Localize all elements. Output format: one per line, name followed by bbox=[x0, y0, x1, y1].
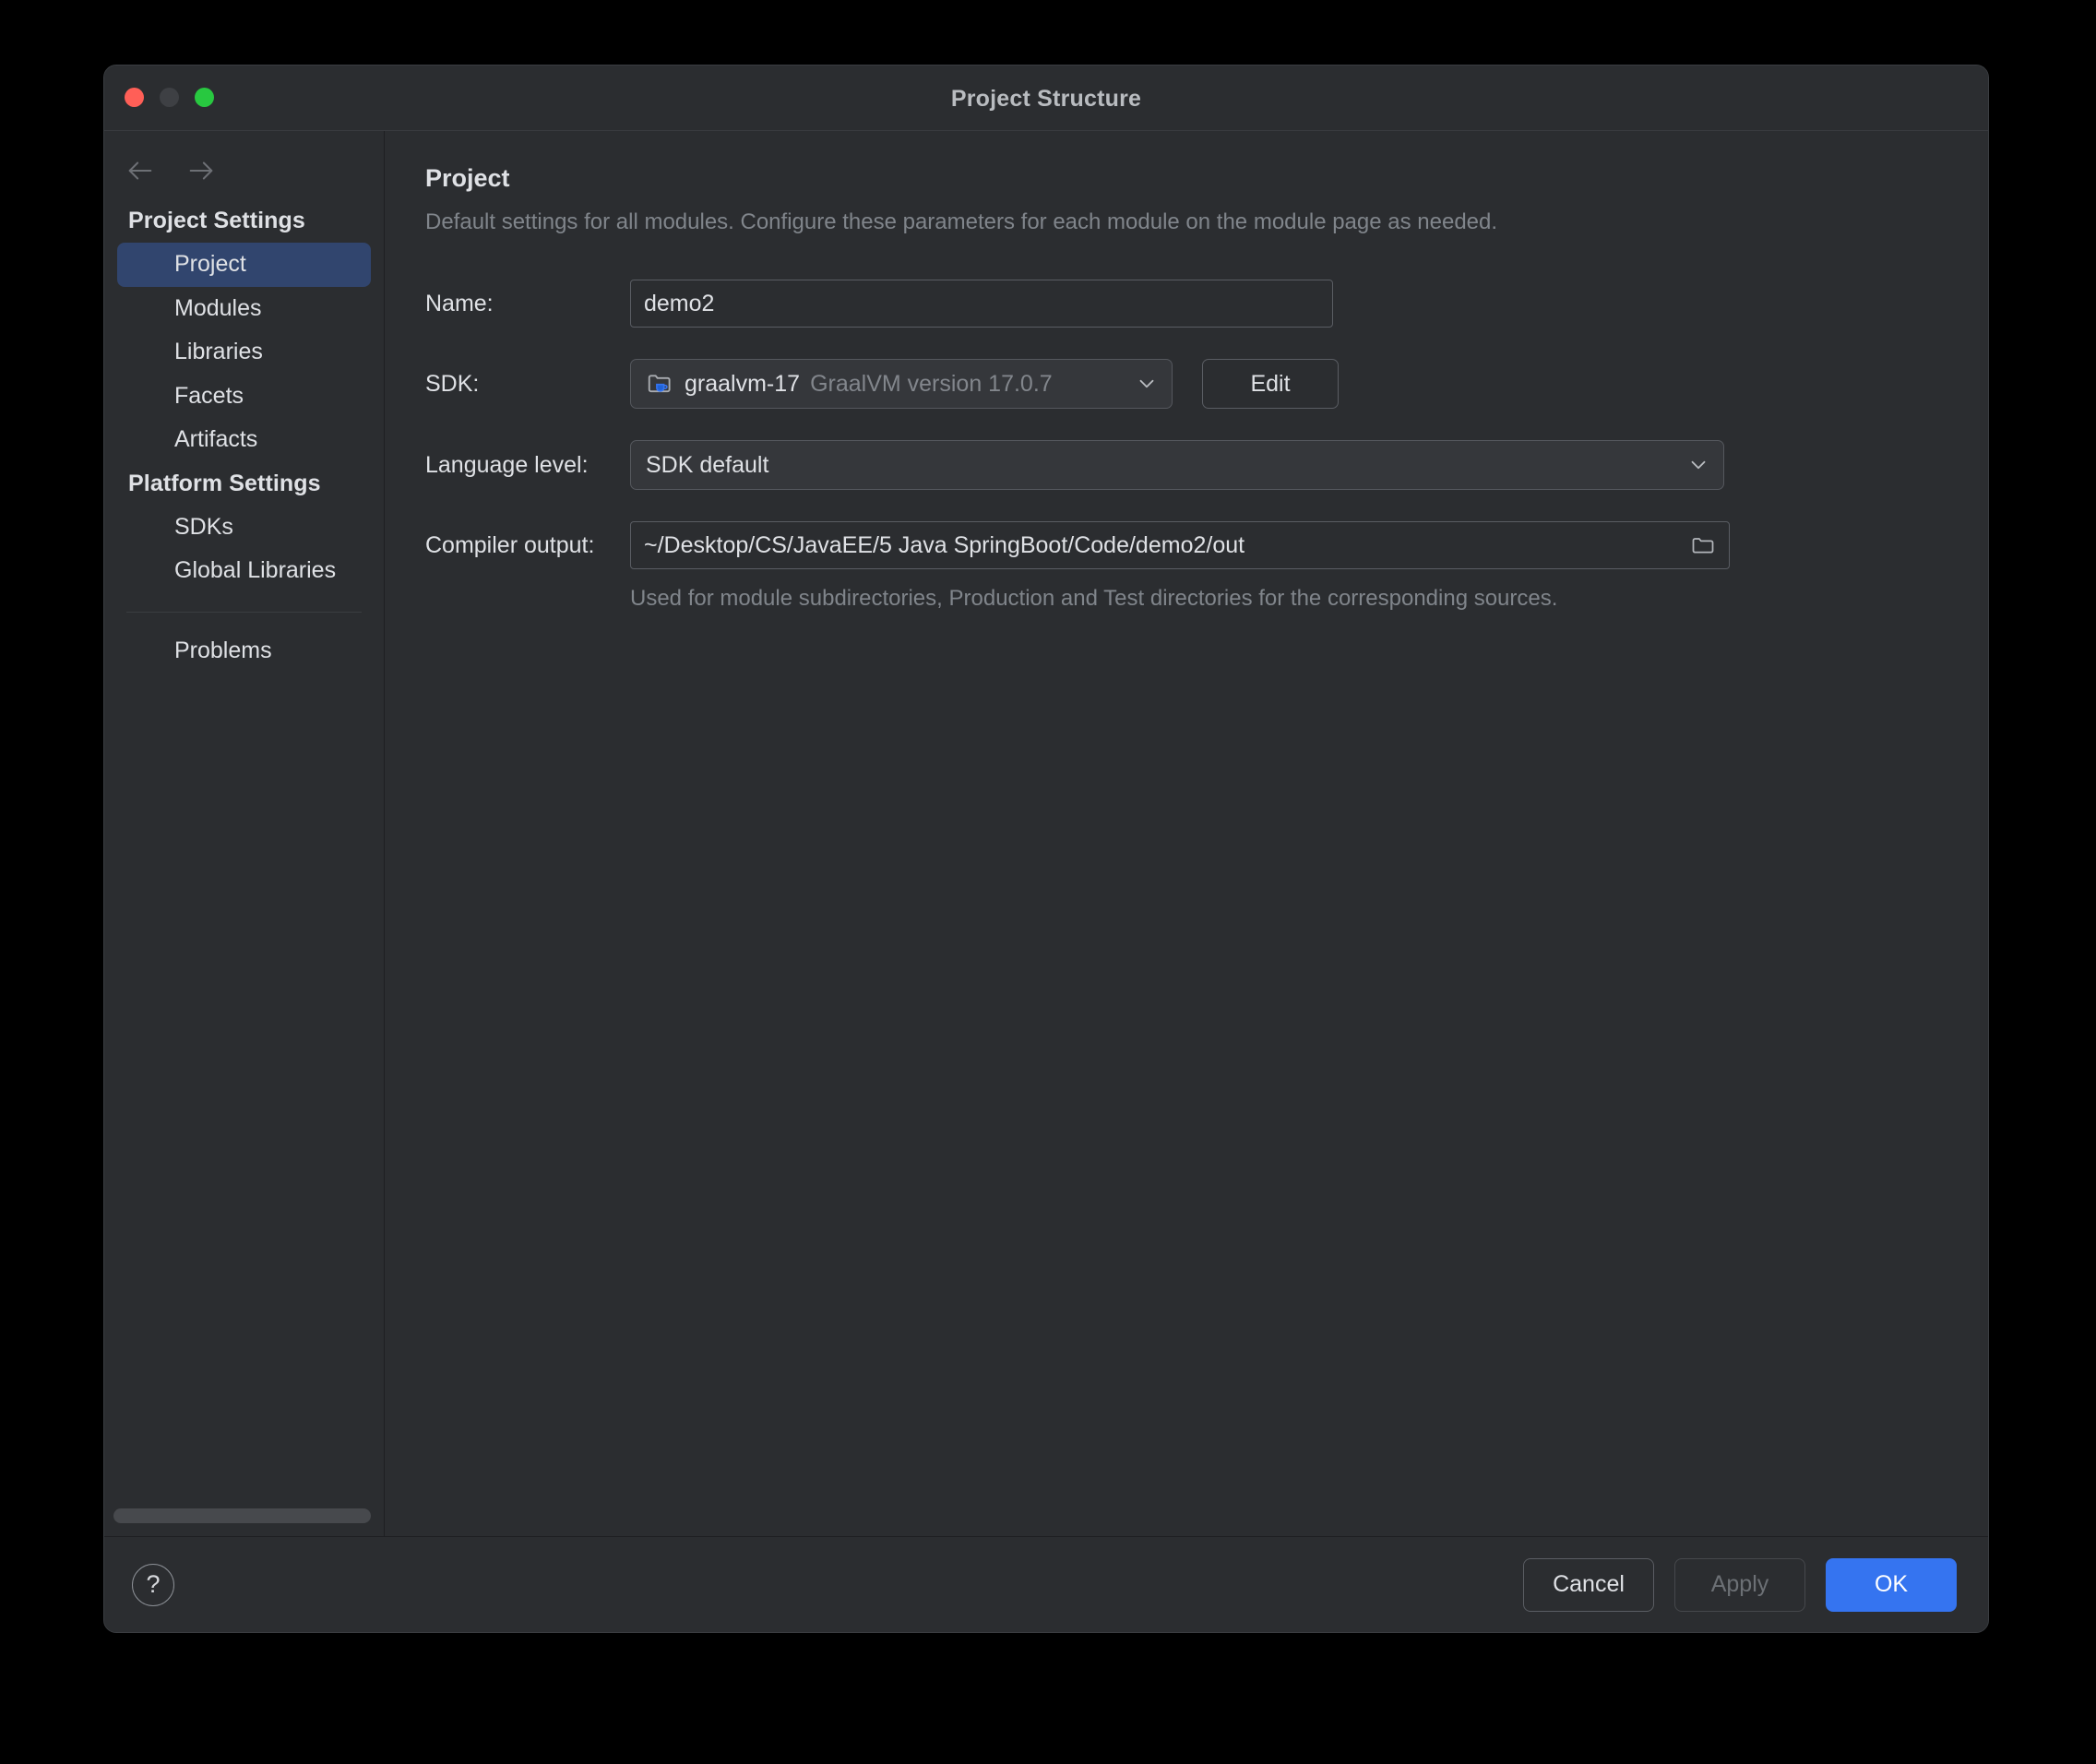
sdk-detail: GraalVM version 17.0.7 bbox=[810, 371, 1053, 398]
page-title: Project bbox=[425, 164, 1951, 193]
arrow-right-icon[interactable] bbox=[185, 155, 217, 186]
chevron-down-icon[interactable] bbox=[1686, 453, 1710, 477]
apply-button[interactable]: Apply bbox=[1674, 1558, 1805, 1612]
sdk-select[interactable]: graalvm-17 GraalVM version 17.0.7 bbox=[630, 359, 1173, 409]
compiler-output-row: Compiler output: ~/Desktop/CS/JavaEE/5 J… bbox=[425, 521, 1951, 569]
sidebar-group-platform-settings: Platform Settings bbox=[117, 462, 371, 506]
dialog-footer: ? Cancel Apply OK bbox=[104, 1536, 1988, 1632]
sdk-value: graalvm-17 bbox=[685, 371, 800, 398]
name-row: Name: demo2 bbox=[425, 280, 1951, 328]
edit-sdk-button[interactable]: Edit bbox=[1202, 359, 1339, 409]
language-level-value: SDK default bbox=[646, 452, 768, 479]
compiler-output-label: Compiler output: bbox=[425, 532, 630, 559]
project-settings-panel: Project Default settings for all modules… bbox=[385, 131, 1988, 1536]
sdk-row: SDK: graalvm-17 GraalVM version 17.0.7 bbox=[425, 359, 1951, 409]
sdk-label: SDK: bbox=[425, 371, 630, 398]
folder-java-icon bbox=[646, 370, 673, 398]
sidebar-nav-list: Project Settings Project Modules Librari… bbox=[104, 199, 384, 673]
language-level-select[interactable]: SDK default bbox=[630, 440, 1724, 490]
compiler-output-helper: Used for module subdirectories, Producti… bbox=[630, 586, 1951, 612]
compiler-output-input[interactable]: ~/Desktop/CS/JavaEE/5 Java SpringBoot/Co… bbox=[644, 532, 1244, 559]
sidebar-item-artifacts[interactable]: Artifacts bbox=[117, 418, 371, 462]
folder-icon[interactable] bbox=[1690, 532, 1716, 558]
sidebar-item-global-libraries[interactable]: Global Libraries bbox=[117, 549, 371, 593]
sidebar-item-libraries[interactable]: Libraries bbox=[117, 330, 371, 375]
page-subtitle: Default settings for all modules. Config… bbox=[425, 209, 1951, 235]
help-button[interactable]: ? bbox=[132, 1564, 174, 1606]
settings-sidebar: Project Settings Project Modules Librari… bbox=[104, 131, 385, 1536]
language-level-row: Language level: SDK default bbox=[425, 440, 1951, 490]
footer-button-group: Cancel Apply OK bbox=[1523, 1558, 1957, 1612]
scrollbar-thumb[interactable] bbox=[113, 1508, 371, 1523]
sidebar-horizontal-scrollbar[interactable] bbox=[113, 1508, 371, 1523]
language-level-label: Language level: bbox=[425, 452, 630, 479]
window-title: Project Structure bbox=[104, 86, 1988, 113]
dialog-body: Project Settings Project Modules Librari… bbox=[104, 130, 1988, 1536]
sidebar-item-modules[interactable]: Modules bbox=[117, 287, 371, 331]
project-structure-dialog: Project Structure Project Settings Proje… bbox=[103, 65, 1989, 1633]
sidebar-item-facets[interactable]: Facets bbox=[117, 375, 371, 419]
ok-button[interactable]: OK bbox=[1826, 1558, 1957, 1612]
sidebar-item-project[interactable]: Project bbox=[117, 243, 371, 287]
navigation-arrows bbox=[104, 148, 384, 199]
sidebar-group-project-settings: Project Settings bbox=[117, 199, 371, 243]
title-bar: Project Structure bbox=[104, 66, 1988, 130]
sidebar-item-problems[interactable]: Problems bbox=[117, 629, 371, 673]
project-name-input[interactable]: demo2 bbox=[630, 280, 1333, 328]
sidebar-divider bbox=[126, 612, 362, 613]
sidebar-item-sdks[interactable]: SDKs bbox=[117, 506, 371, 550]
name-label: Name: bbox=[425, 291, 630, 317]
compiler-output-input-wrapper[interactable]: ~/Desktop/CS/JavaEE/5 Java SpringBoot/Co… bbox=[630, 521, 1730, 569]
arrow-left-icon[interactable] bbox=[125, 155, 156, 186]
chevron-down-icon[interactable] bbox=[1135, 372, 1159, 396]
cancel-button[interactable]: Cancel bbox=[1523, 1558, 1654, 1612]
